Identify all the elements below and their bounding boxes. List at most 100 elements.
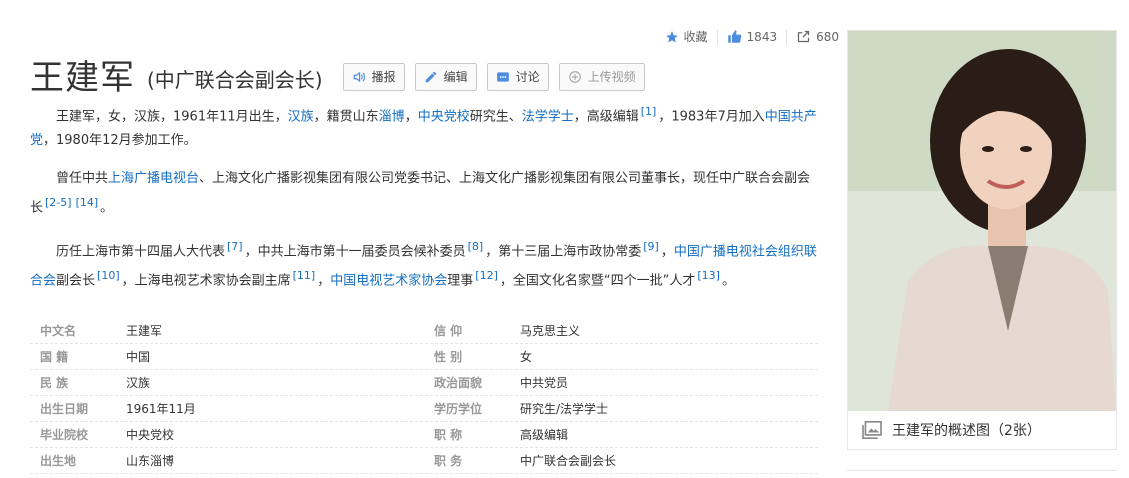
like-count: 1843 <box>746 29 778 44</box>
info-value: 王建军 <box>126 324 163 338</box>
info-value: 汉族 <box>126 376 151 390</box>
info-row: 中文名 王建军 信 仰 马克思主义 <box>30 318 818 344</box>
reference[interactable]: [2-5] <box>45 196 72 209</box>
info-cell: 毕业院校 中央党校 <box>30 426 424 443</box>
info-row: 毕业院校 中央党校 职 称 高级编辑 <box>30 422 818 448</box>
share-button[interactable]: 680 <box>796 29 839 44</box>
info-label: 毕业院校 <box>40 428 89 442</box>
reference[interactable]: [1] <box>641 105 657 118</box>
info-label: 国 籍 <box>40 350 69 364</box>
info-cell: 信 仰 马克思主义 <box>424 322 818 339</box>
text: 研究生、 <box>469 109 522 125</box>
info-cell: 民 族 汉族 <box>30 374 424 391</box>
info-cell: 国 籍 中国 <box>30 348 424 365</box>
text: ，中共上海市第十一届委员会候补委员 <box>244 243 466 259</box>
info-cell: 性 别女 <box>424 348 818 365</box>
link-central-party-school[interactable]: 中央党校 <box>418 109 470 124</box>
star-icon <box>665 30 678 42</box>
reference[interactable]: [8] <box>468 240 484 253</box>
info-label: 学历学位 <box>434 402 483 416</box>
plus-circle-icon <box>568 70 581 83</box>
summary-content: 王建军，女，汉族，1961年11月出生，汉族，籍贯山东淄博，中央党校研究生、法学… <box>30 100 818 307</box>
info-label: 中文名 <box>40 324 77 338</box>
basic-info-table: 中文名 王建军 信 仰 马克思主义 国 籍 中国 性 别 女 民 族 汉族 政治面貌 中共党… <box>30 318 818 474</box>
paragraph: 曾任中共上海广播电视台、上海文化广播影视集团有限公司党委书记、上海文化广播影视集… <box>30 167 818 220</box>
speaker-icon <box>353 71 365 82</box>
info-cell: 职 称 高级编辑 <box>424 426 818 443</box>
info-row: 民 族 汉族 政治面貌 中共党员 <box>30 370 818 396</box>
info-cell: 中文名 王建军 <box>30 322 424 339</box>
info-link-china[interactable]: 中国 <box>126 348 150 365</box>
page-title: 王建军 <box>30 58 135 98</box>
paragraph: 历任上海市第十四届人大代表 [7] ，中共上海市第十一届委员会候补委员 [8] ，第十三… <box>30 235 818 294</box>
text: ，第十三届上海市政协常委 <box>485 243 642 259</box>
divider <box>716 28 718 45</box>
info-label: 职 务 <box>434 454 463 468</box>
share-count: 680 <box>816 29 839 44</box>
reference[interactable]: [7] <box>227 240 243 253</box>
reference[interactable]: [11] <box>293 269 316 282</box>
text: ， <box>404 109 418 125</box>
info-cell: 出生地 山东淄博 <box>30 452 424 469</box>
summary-pic-panel: 王建军的概述图（2张） <box>847 30 1117 450</box>
portrait-illustration <box>848 31 1116 411</box>
info-cell: 政治面貌 中共党员 <box>424 374 818 391</box>
album-icon <box>862 421 882 439</box>
edit-label: 编辑 <box>443 70 468 84</box>
divider <box>786 28 788 45</box>
collect-button[interactable]: 收藏 <box>665 28 708 45</box>
reference[interactable]: [9] <box>643 240 659 253</box>
stats-bar: 收藏 1843 680 <box>665 28 839 45</box>
text: 理事 <box>447 273 474 289</box>
info-label: 民 族 <box>40 376 69 390</box>
info-value: 马克思主义 <box>520 324 581 338</box>
text: ，1980年12月参加工作。 <box>43 133 197 149</box>
chat-icon <box>496 71 509 82</box>
play-button[interactable]: 播报 <box>342 62 405 91</box>
info-value: 山东淄博 <box>126 454 175 468</box>
info-value: 1961年11月 <box>126 402 196 416</box>
link-smg[interactable]: 上海广播电视台 <box>108 171 199 186</box>
text: 历任上海市第十四届人大代表 <box>56 243 226 259</box>
discuss-button[interactable]: 讨论 <box>486 62 549 91</box>
info-value: 研究生/法学学士 <box>520 402 609 416</box>
reference[interactable]: [13] <box>697 269 720 282</box>
action-buttons: 播报 编辑 讨论 上传视频 <box>342 62 655 91</box>
thumbs-up-icon <box>727 30 741 43</box>
text: 曾任中共 <box>56 171 109 187</box>
info-cell: 出生日期 1961年11月 <box>30 400 424 417</box>
text: 。 <box>100 200 114 216</box>
info-label: 出生日期 <box>40 402 89 416</box>
collect-label: 收藏 <box>683 30 708 44</box>
text: ，籍贯山东 <box>313 109 379 125</box>
panel-divider <box>847 470 1117 478</box>
portrait-photo[interactable] <box>848 31 1116 411</box>
edit-button[interactable]: 编辑 <box>414 62 477 91</box>
title-row: 王建军 (中广联合会副会长) 播报 编辑 讨论 上传视频 <box>30 50 655 99</box>
info-label: 出生地 <box>40 454 77 468</box>
link-zibo[interactable]: 淄博 <box>379 109 405 124</box>
info-label: 政治面貌 <box>434 376 483 390</box>
text: ，高级编辑 <box>573 109 639 125</box>
paragraph: 王建军，女，汉族，1961年11月出生，汉族，籍贯山东淄博，中央党校研究生、法学… <box>30 100 818 153</box>
info-link-school[interactable]: 中央党校 <box>126 426 174 443</box>
like-button[interactable]: 1843 <box>727 29 778 44</box>
play-label: 播报 <box>371 70 396 84</box>
reference[interactable]: [10] <box>97 269 120 282</box>
link-law-degree[interactable]: 法学学士 <box>522 109 574 124</box>
info-value: 高级编辑 <box>520 428 569 442</box>
text: ，1983年7月加入 <box>658 109 765 125</box>
reference[interactable]: [12] <box>475 269 498 282</box>
pencil-icon <box>425 71 436 82</box>
text: ，全国文化名家暨“四个一批”人才 <box>499 273 696 289</box>
share-icon <box>797 30 810 43</box>
text: 。 <box>721 273 735 289</box>
photo-caption[interactable]: 王建军的概述图（2张） <box>848 411 1116 449</box>
link-han[interactable]: 汉族 <box>288 109 314 124</box>
upload-video-button[interactable]: 上传视频 <box>558 62 645 91</box>
discuss-label: 讨论 <box>515 70 540 84</box>
info-row: 国 籍 中国 性 别 女 <box>30 344 818 370</box>
link-ctaa[interactable]: 中国电视艺术家协会 <box>330 273 447 288</box>
reference[interactable]: [14] <box>76 196 99 209</box>
text: ， <box>317 273 331 289</box>
